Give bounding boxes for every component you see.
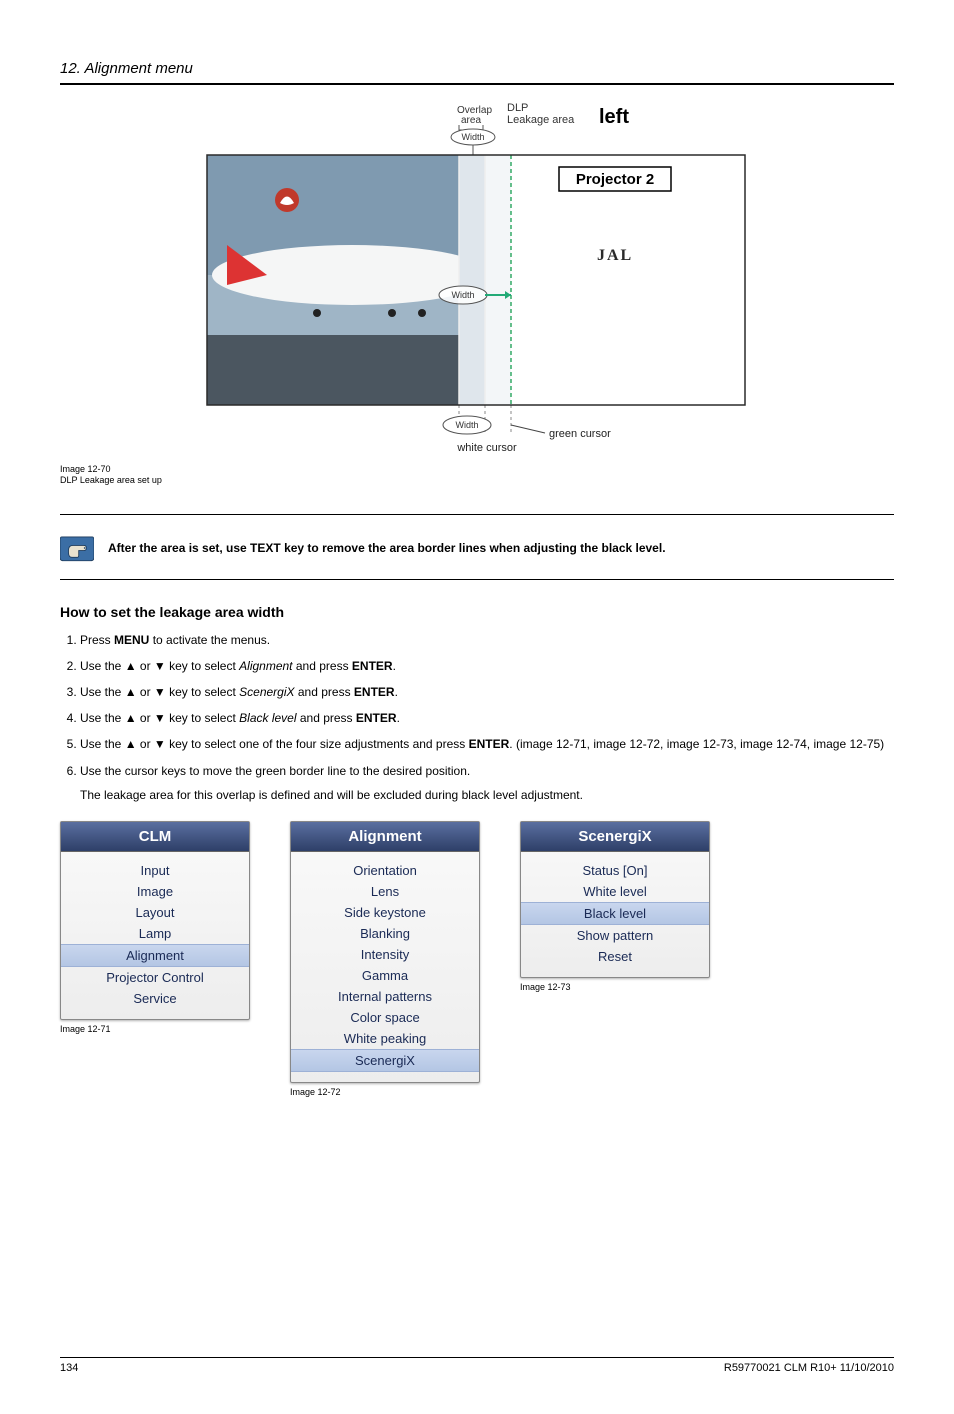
menu-alignment-items: OrientationLensSide keystoneBlankingInte… xyxy=(291,852,479,1082)
dlp-label: DLP xyxy=(507,102,528,114)
wheel xyxy=(388,309,396,317)
menu-scenergix-title: ScenergiX xyxy=(521,822,709,852)
section-heading: How to set the leakage area width xyxy=(60,604,894,620)
menu-alignment-panel: Alignment OrientationLensSide keystoneBl… xyxy=(290,821,480,1083)
menu-alignment-block: Alignment OrientationLensSide keystoneBl… xyxy=(290,821,480,1097)
jal-text: JAL xyxy=(597,247,633,264)
green-cursor-leader xyxy=(511,425,545,433)
menu-alignment-item: Side keystone xyxy=(291,902,479,923)
width-label-bottom: Width xyxy=(455,420,478,430)
step-3: Use the ▲ or ▼ key to select ScenergiX a… xyxy=(80,684,894,700)
menu-clm-block: CLM InputImageLayoutLampAlignmentProject… xyxy=(60,821,250,1034)
note-top-rule xyxy=(60,514,894,515)
runway xyxy=(207,335,485,405)
footer: 134 R59770021 CLM R10+ 11/10/2010 xyxy=(60,1357,894,1374)
menu-scenergix-item: Black level xyxy=(521,902,709,925)
menu-scenergix-items: Status [On]White levelBlack levelShow pa… xyxy=(521,852,709,977)
projector2-label: Projector 2 xyxy=(576,171,654,188)
doc-id: R59770021 CLM R10+ 11/10/2010 xyxy=(724,1362,894,1374)
menu-clm-item: Alignment xyxy=(61,944,249,967)
menu-alignment-item: White peaking xyxy=(291,1028,479,1049)
menu-clm-title: CLM xyxy=(61,822,249,852)
menu-scenergix-panel: ScenergiX Status [On]White levelBlack le… xyxy=(520,821,710,978)
pointing-hand-icon xyxy=(60,533,94,563)
menu-clm-item: Lamp xyxy=(61,923,249,944)
note-bottom-rule xyxy=(60,579,894,580)
menu-clm-item: Service xyxy=(61,988,249,1009)
step-4: Use the ▲ or ▼ key to select Black level… xyxy=(80,710,894,726)
menu-alignment-item: Blanking xyxy=(291,923,479,944)
figure-caption: Image 12-70 DLP Leakage area set up xyxy=(60,464,894,486)
menu-clm-caption: Image 12-71 xyxy=(60,1024,250,1034)
menu-clm-item: Projector Control xyxy=(61,967,249,988)
menu-scenergix-item: Status [On] xyxy=(521,860,709,881)
menu-alignment-item: Intensity xyxy=(291,944,479,965)
figure-caption-id: Image 12-70 xyxy=(60,464,894,475)
step-6: Use the cursor keys to move the green bo… xyxy=(80,763,894,803)
wheel xyxy=(418,309,426,317)
menu-scenergix-item: Reset xyxy=(521,946,709,967)
steps-list: Press MENU to activate the menus. Use th… xyxy=(60,632,894,803)
note-text: After the area is set, use TEXT key to r… xyxy=(108,541,666,555)
menu-clm-item: Image xyxy=(61,881,249,902)
step-1: Press MENU to activate the menus. xyxy=(80,632,894,648)
right-panel xyxy=(485,155,745,405)
menu-alignment-item: Lens xyxy=(291,881,479,902)
menu-alignment-item: Gamma xyxy=(291,965,479,986)
menus-row: CLM InputImageLayoutLampAlignmentProject… xyxy=(60,821,894,1097)
page-number: 134 xyxy=(60,1362,78,1374)
menu-alignment-title: Alignment xyxy=(291,822,479,852)
footer-rule xyxy=(60,1357,894,1358)
menu-scenergix-item: White level xyxy=(521,881,709,902)
header-rule xyxy=(60,83,894,85)
menu-clm-items: InputImageLayoutLampAlignmentProjector C… xyxy=(61,852,249,1019)
menu-scenergix-caption: Image 12-73 xyxy=(520,982,710,992)
menu-alignment-caption: Image 12-72 xyxy=(290,1087,480,1097)
figure-dlp-leakage: Overlap area DLP Leakage area left Width xyxy=(60,95,894,460)
menu-alignment-item: ScenergiX xyxy=(291,1049,479,1072)
step-2: Use the ▲ or ▼ key to select Alignment a… xyxy=(80,658,894,674)
menu-scenergix-item: Show pattern xyxy=(521,925,709,946)
white-cursor-label: white cursor xyxy=(456,442,517,454)
width-label-top: Width xyxy=(461,132,484,142)
wheel xyxy=(313,309,321,317)
menu-alignment-item: Color space xyxy=(291,1007,479,1028)
menu-scenergix-block: ScenergiX Status [On]White levelBlack le… xyxy=(520,821,710,992)
overlap-zone xyxy=(459,155,485,405)
menu-alignment-item: Orientation xyxy=(291,860,479,881)
menu-clm-panel: CLM InputImageLayoutLampAlignmentProject… xyxy=(60,821,250,1020)
overlap-label-2: area xyxy=(461,115,481,126)
menu-clm-item: Layout xyxy=(61,902,249,923)
green-cursor-label: green cursor xyxy=(549,428,611,440)
note-row: After the area is set, use TEXT key to r… xyxy=(60,523,894,573)
chapter-title: 12. Alignment menu xyxy=(60,60,894,77)
left-label: left xyxy=(599,106,629,128)
leakage-zone xyxy=(485,155,511,405)
figure-caption-desc: DLP Leakage area set up xyxy=(60,475,894,486)
menu-clm-item: Input xyxy=(61,860,249,881)
dlp-leak-label: Leakage area xyxy=(507,114,575,126)
width-label-inner: Width xyxy=(451,290,474,300)
menu-alignment-item: Internal patterns xyxy=(291,986,479,1007)
step-5: Use the ▲ or ▼ key to select one of the … xyxy=(80,736,894,752)
